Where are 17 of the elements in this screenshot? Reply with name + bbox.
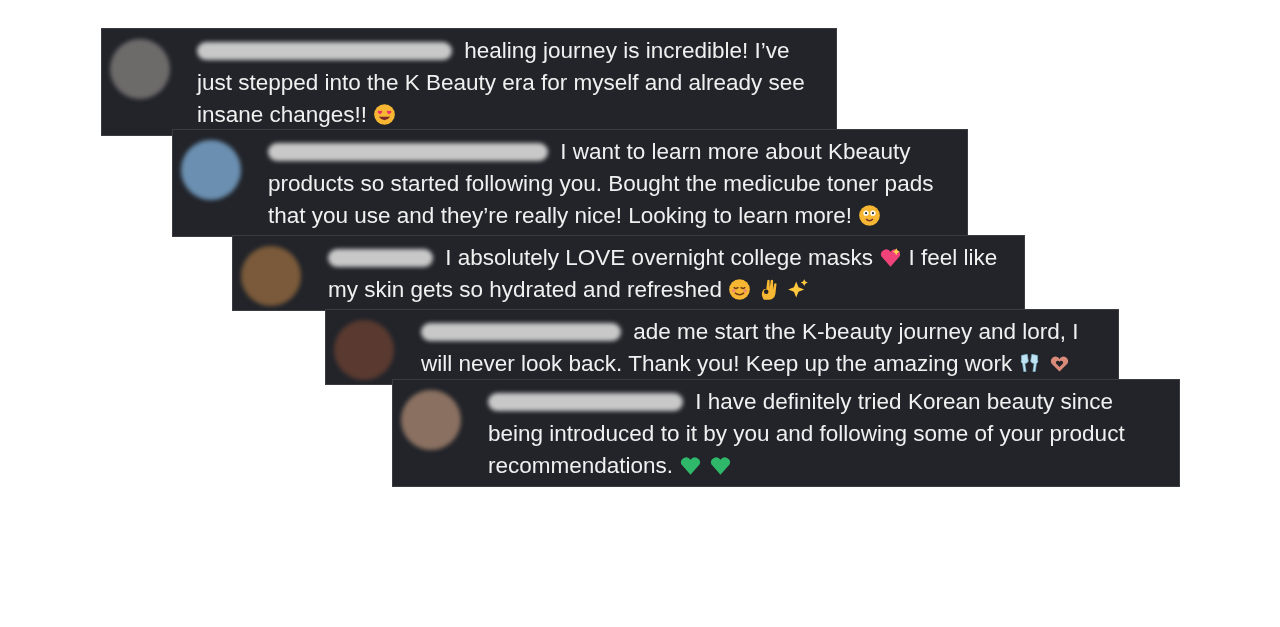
avatar [181, 140, 241, 200]
sparkling-heart-emoji-icon [879, 246, 903, 269]
comment-text: ade me start the K-beauty journey and lord, I will never look back. Thank you! Keep up the amazing work [421, 318, 1080, 378]
comment-text: I want to learn more about Kbeauty products so started following you. Bought the medicube toner pads that you use and they’re really nice! Looking to learn more! [268, 138, 935, 230]
comment-text: I absolutely LOVE overnight college masks I feel like my skin gets so hydrated and refreshed [328, 244, 999, 304]
heart-eyes-emoji-icon [373, 103, 397, 126]
comment-text: healing journey is incredible! I’ve just stepped into the K Beauty era for myself and already see insane changes!! [197, 37, 806, 129]
avatar [334, 320, 394, 380]
heart-emoji-icon [679, 454, 703, 477]
smiling-face-emoji-icon [728, 278, 752, 301]
avatar [401, 390, 461, 450]
comment-text: I have definitely tried Korean beauty since being introduced to it by you and following some of your product recommendations. [488, 388, 1126, 480]
avatar [241, 246, 301, 306]
heart-emoji-icon [708, 454, 732, 477]
clinking-glasses-emoji-icon [1018, 352, 1042, 375]
avatar [110, 39, 170, 99]
smiley-emoji-icon [858, 204, 882, 227]
